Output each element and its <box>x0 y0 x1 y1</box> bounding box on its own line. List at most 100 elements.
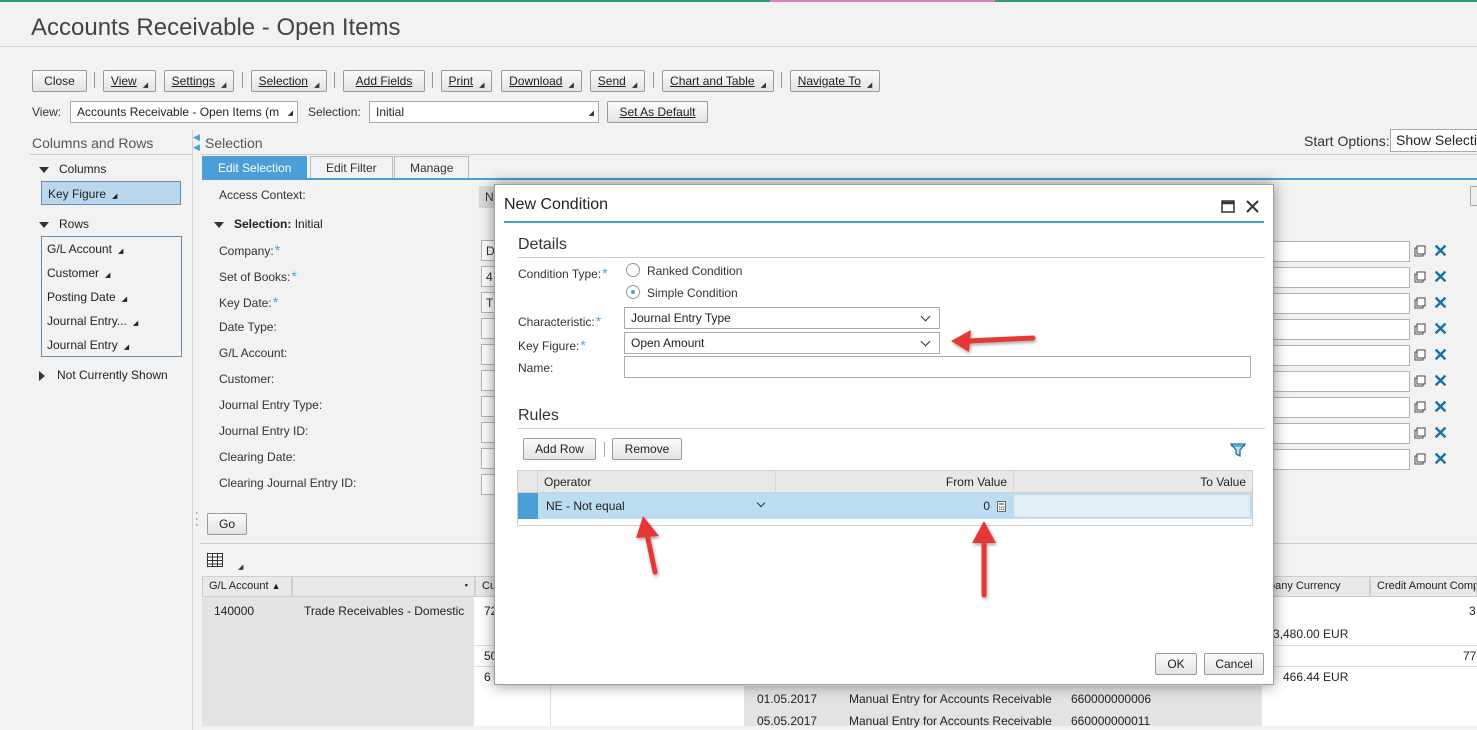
value-help-icon[interactable] <box>1414 375 1426 387</box>
tab-edit-selection[interactable]: Edit Selection <box>202 156 308 179</box>
clearing-date-input-right[interactable] <box>1262 449 1410 470</box>
view-menu-button[interactable]: View ◢ <box>103 70 156 92</box>
value-help-icon[interactable] <box>1414 245 1426 257</box>
collapse-panel-icon[interactable]: ◀ ◀ <box>193 132 200 152</box>
journal-entry-id-input[interactable] <box>481 422 495 443</box>
value-help-icon[interactable] <box>1414 349 1426 361</box>
add-fields-button[interactable]: Add Fields <box>343 70 425 92</box>
gl-account-input-right[interactable] <box>1262 345 1410 366</box>
company-input-right[interactable] <box>1262 241 1410 262</box>
set-of-books-input-right[interactable] <box>1262 267 1410 288</box>
chevron-down-icon <box>756 498 766 508</box>
company-input[interactable]: D <box>481 240 495 261</box>
grid-header-gl-account[interactable]: G/L Account ▲ <box>202 576 292 597</box>
key-figure-select[interactable]: Open Amount <box>624 332 940 354</box>
start-options-select[interactable]: Show Selecti <box>1390 129 1477 152</box>
tab-edit-filter[interactable]: Edit Filter <box>310 156 393 179</box>
value-help-icon[interactable] <box>1414 297 1426 309</box>
value-help-icon[interactable] <box>1414 323 1426 335</box>
journal-entry-type-input-right[interactable] <box>1262 397 1410 418</box>
rows-node[interactable]: Rows <box>39 217 89 231</box>
gl-account-input[interactable] <box>481 344 495 365</box>
row-chip-journal-entry-type[interactable]: Journal Entry... ◢ <box>41 309 181 333</box>
view-select[interactable]: Accounts Receivable - Open Items (m ◢ <box>70 101 298 123</box>
date-type-input-right[interactable] <box>1262 319 1410 340</box>
title-divider <box>0 46 1477 47</box>
column-chip-key-figure[interactable]: Key Figure ◢ <box>41 181 181 205</box>
delete-icon[interactable]: ✕ <box>1433 424 1448 442</box>
delete-icon[interactable]: ✕ <box>1433 346 1448 364</box>
close-button[interactable]: Close <box>32 70 87 92</box>
calculator-icon[interactable] <box>997 501 1006 512</box>
close-icon[interactable] <box>1246 200 1259 213</box>
key-date-input[interactable]: T <box>481 292 495 313</box>
delete-icon[interactable]: ✕ <box>1433 450 1448 468</box>
grid-header-company-currency[interactable]: pany Currency <box>1262 576 1370 597</box>
delete-icon[interactable]: ✕ <box>1433 294 1448 312</box>
row-chip-posting-date[interactable]: Posting Date ◢ <box>41 285 181 309</box>
set-as-default-button[interactable]: Set As Default <box>607 101 708 123</box>
row-chip-journal-entry[interactable]: Journal Entry ◢ <box>41 333 181 357</box>
delete-icon[interactable]: ✕ <box>1433 398 1448 416</box>
columns-node[interactable]: Columns <box>39 162 106 176</box>
delete-icon[interactable]: ✕ <box>1433 268 1448 286</box>
row-chip-gl-account[interactable]: G/L Account ◢ <box>41 237 181 261</box>
grid-header-credit-amount[interactable]: Credit Amount Comp <box>1370 576 1477 597</box>
delete-icon[interactable]: ✕ <box>1433 320 1448 338</box>
from-value-column-header[interactable]: From Value <box>776 471 1014 493</box>
table-icon[interactable] <box>207 553 223 567</box>
to-value-column-header[interactable]: To Value <box>1014 471 1252 493</box>
value-help-icon[interactable] <box>1414 427 1426 439</box>
print-menu-button[interactable]: Print ◢ <box>441 70 492 92</box>
grid-header-gl-description[interactable]: ▪ <box>292 576 475 597</box>
annotation-arrow-icon <box>636 516 659 575</box>
date-type-input[interactable] <box>481 318 495 339</box>
delete-icon[interactable]: ✕ <box>1433 242 1448 260</box>
row-selector[interactable] <box>518 493 538 519</box>
selection-node[interactable]: Selection: Initial <box>214 217 323 231</box>
name-input[interactable] <box>624 356 1251 378</box>
ok-button[interactable]: OK <box>1155 653 1197 675</box>
panel-splitter[interactable] <box>192 130 193 730</box>
cancel-button[interactable]: Cancel <box>1204 653 1264 675</box>
splitter-grip-icon[interactable]: · · · <box>195 508 199 531</box>
filter-icon[interactable] <box>1230 442 1246 458</box>
selection-select[interactable]: Initial ◢ <box>369 101 599 123</box>
journal-entry-type-input[interactable] <box>481 396 495 417</box>
menu-triangle-icon[interactable]: ◢ <box>238 563 243 571</box>
send-menu-button[interactable]: Send ◢ <box>590 70 645 92</box>
settings-menu-button[interactable]: Settings ◢ <box>164 70 234 92</box>
go-button[interactable]: Go <box>207 513 247 535</box>
chart-and-table-menu-button[interactable]: Chart and Table ◢ <box>662 70 774 92</box>
menu-triangle-icon: ◢ <box>220 81 227 89</box>
add-row-button[interactable]: Add Row <box>523 438 596 460</box>
access-context-button[interactable] <box>1470 186 1477 206</box>
clearing-date-input[interactable] <box>481 448 495 469</box>
value-help-icon[interactable] <box>1414 453 1426 465</box>
maximize-icon[interactable] <box>1221 200 1235 213</box>
characteristic-select[interactable]: Journal Entry Type <box>624 307 940 329</box>
ranked-condition-radio[interactable] <box>626 263 640 277</box>
set-of-books-input[interactable]: 4 <box>481 266 495 287</box>
simple-condition-radio[interactable] <box>626 285 640 299</box>
row-chip-customer[interactable]: Customer ◢ <box>41 261 181 285</box>
remove-button[interactable]: Remove <box>612 438 682 460</box>
rules-divider <box>518 428 1265 429</box>
operator-column-header[interactable]: Operator <box>538 471 776 493</box>
grid-cell-entry-id: 660000000006 <box>1071 692 1152 706</box>
selection-menu-button[interactable]: Selection ◢ <box>251 70 327 92</box>
journal-entry-id-input-right[interactable] <box>1262 423 1410 444</box>
grid-header-currency[interactable]: Cu <box>475 576 495 597</box>
delete-icon[interactable]: ✕ <box>1433 372 1448 390</box>
key-date-input-right[interactable] <box>1262 293 1410 314</box>
customer-input[interactable] <box>481 370 495 391</box>
navigate-to-menu-button[interactable]: Navigate To ◢ <box>790 70 880 92</box>
value-help-icon[interactable] <box>1414 401 1426 413</box>
to-value-input[interactable] <box>1014 495 1250 517</box>
customer-input-right[interactable] <box>1262 371 1410 392</box>
clearing-journal-entry-id-input[interactable] <box>481 474 495 495</box>
download-menu-button[interactable]: Download ◢ <box>501 70 582 92</box>
not-currently-shown-node[interactable]: Not Currently Shown <box>39 368 168 382</box>
value-help-icon[interactable] <box>1414 271 1426 283</box>
tab-manage[interactable]: Manage <box>394 156 470 179</box>
